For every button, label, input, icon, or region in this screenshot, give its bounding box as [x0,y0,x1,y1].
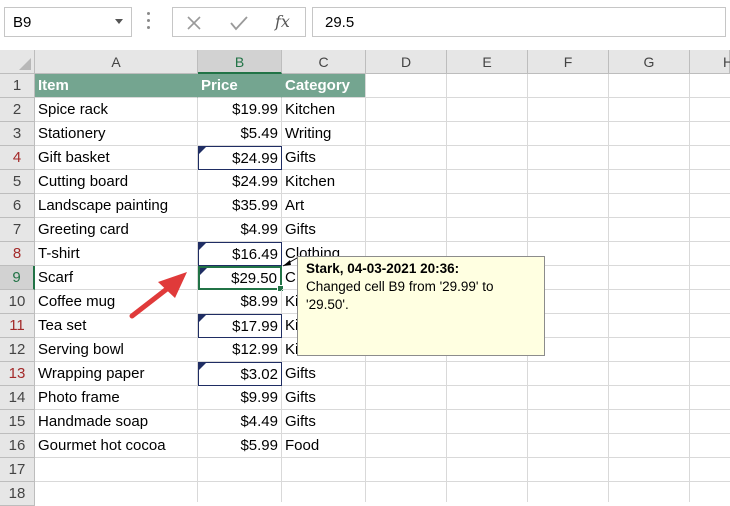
cell-a4[interactable]: Gift basket [35,146,198,170]
row-header-10[interactable]: 10 [0,290,35,314]
chevron-down-icon[interactable] [115,19,123,24]
row-header-14[interactable]: 14 [0,386,35,410]
cell-b2[interactable]: $19.99 [198,98,282,122]
cell-a9[interactable]: Scarf [35,266,198,290]
drag-handle-icon[interactable] [147,12,151,34]
comment-text: Changed cell B9 from '29.99' to '29.50'. [306,279,494,312]
cell-b12[interactable]: $12.99 [198,338,282,362]
column-header-d[interactable]: D [366,50,447,74]
cell-a11[interactable]: Tea set [35,314,198,338]
row-header-13[interactable]: 13 [0,362,35,386]
name-box-value: B9 [13,14,32,31]
column-header-a[interactable]: A [35,50,198,74]
row-header-12[interactable]: 12 [0,338,35,362]
cell-c3[interactable]: Writing [282,122,366,146]
column-header-h[interactable]: H [690,50,730,74]
name-box[interactable]: B9 [4,7,132,37]
cell-a5[interactable]: Cutting board [35,170,198,194]
cell-b11[interactable]: $17.99 [198,314,282,338]
cell-a3[interactable]: Stationery [35,122,198,146]
comment-author-line: Stark, 04-03-2021 20:36: [306,261,460,276]
table-header-price[interactable]: Price [198,74,282,98]
cell-b4[interactable]: $24.99 [198,146,282,170]
cell-c14[interactable]: Gifts [282,386,366,410]
cell-a2[interactable]: Spice rack [35,98,198,122]
formula-buttons: fx [172,7,306,37]
cell-c5[interactable]: Kitchen [282,170,366,194]
cell-b5[interactable]: $24.99 [198,170,282,194]
cell-b9-active[interactable]: $29.50 [198,266,284,292]
cell-c4[interactable]: Gifts [282,146,366,170]
cell-a8[interactable]: T-shirt [35,242,198,266]
cell-a13[interactable]: Wrapping paper [35,362,198,386]
row-header-3[interactable]: 3 [0,122,35,146]
row-header-4[interactable]: 4 [0,146,35,170]
cell-b13[interactable]: $3.02 [198,362,282,386]
row-header-9[interactable]: 9 [0,266,35,290]
row-header-15[interactable]: 15 [0,410,35,434]
cell-b10[interactable]: $8.99 [198,290,282,314]
cell-c16[interactable]: Food [282,434,366,458]
row-header-2[interactable]: 2 [0,98,35,122]
row-header-16[interactable]: 16 [0,434,35,458]
cell-a14[interactable]: Photo frame [35,386,198,410]
cell-a6[interactable]: Landscape painting [35,194,198,218]
cell-a16[interactable]: Gourmet hot cocoa [35,434,198,458]
fx-label: fx [275,12,290,31]
cell-c15[interactable]: Gifts [282,410,366,434]
cell-c6[interactable]: Art [282,194,366,218]
cell-b8[interactable]: $16.49 [198,242,282,266]
change-comment-tooltip: Stark, 04-03-2021 20:36: Changed cell B9… [297,256,545,356]
cell-a12[interactable]: Serving bowl [35,338,198,362]
cell-b7[interactable]: $4.99 [198,218,282,242]
cell-b3[interactable]: $5.49 [198,122,282,146]
cell-a10[interactable]: Coffee mug [35,290,198,314]
formula-value: 29.5 [325,14,355,31]
cell-c13[interactable]: Gifts [282,362,366,386]
column-header-g[interactable]: G [609,50,690,74]
row-header-17[interactable]: 17 [0,458,35,482]
row-header-6[interactable]: 6 [0,194,35,218]
column-header-e[interactable]: E [447,50,528,74]
row-header-5[interactable]: 5 [0,170,35,194]
cell-c7[interactable]: Gifts [282,218,366,242]
column-header-c[interactable]: C [282,50,366,74]
insert-function-icon[interactable]: fx [269,10,299,36]
cell-b14[interactable]: $9.99 [198,386,282,410]
table-header-item[interactable]: Item [35,74,198,98]
row-header-1[interactable]: 1 [0,74,35,98]
cell-b15[interactable]: $4.49 [198,410,282,434]
cell-c2[interactable]: Kitchen [282,98,366,122]
table-header-category[interactable]: Category [282,74,366,98]
formula-bar: B9 fx 29.5 [0,0,730,46]
column-header-f[interactable]: F [528,50,609,74]
column-header-b[interactable]: B [198,50,282,74]
cancel-icon[interactable] [179,10,209,36]
row-header-18[interactable]: 18 [0,482,35,506]
enter-check-icon[interactable] [224,10,254,36]
cell-a7[interactable]: Greeting card [35,218,198,242]
cell-b6[interactable]: $35.99 [198,194,282,218]
row-header-8[interactable]: 8 [0,242,35,266]
cell-a15[interactable]: Handmade soap [35,410,198,434]
cell-b16[interactable]: $5.99 [198,434,282,458]
select-all-button[interactable] [0,50,35,74]
row-header-11[interactable]: 11 [0,314,35,338]
formula-input[interactable]: 29.5 [312,7,726,37]
row-header-7[interactable]: 7 [0,218,35,242]
